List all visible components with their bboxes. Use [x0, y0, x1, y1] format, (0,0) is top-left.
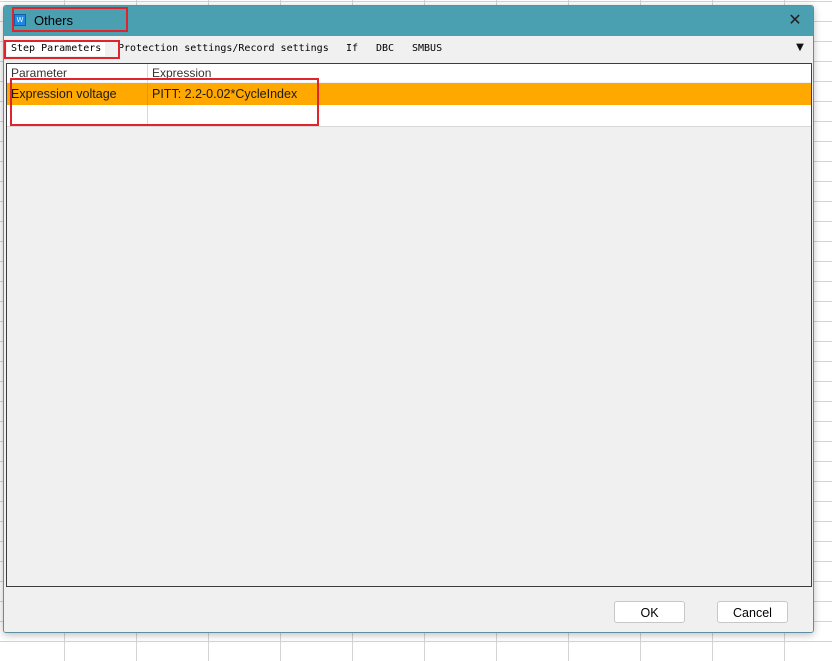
tab-dbc[interactable]: DBC — [376, 42, 394, 56]
dialog-footer: OK Cancel — [4, 588, 813, 632]
cell-expression[interactable]: PITT: 2.2-0.02*CycleIndex — [148, 83, 808, 105]
table-row[interactable]: Expression voltage PITT: 2.2-0.02*CycleI… — [7, 83, 811, 105]
cell-expression[interactable] — [148, 105, 808, 127]
close-button[interactable]: ✕ — [785, 10, 805, 30]
cell-parameter[interactable] — [7, 105, 148, 127]
others-dialog: W Others ✕ Step Parameters Protection se… — [3, 5, 814, 633]
app-icon: W — [14, 14, 26, 26]
title-bar[interactable]: W Others ✕ — [4, 6, 813, 36]
column-header-expression[interactable]: Expression — [148, 64, 278, 82]
table-row[interactable] — [7, 105, 811, 127]
cancel-button[interactable]: Cancel — [717, 601, 788, 623]
tab-smbus[interactable]: SMBUS — [412, 42, 442, 56]
tab-if[interactable]: If — [346, 42, 358, 56]
tab-step-parameters[interactable]: Step Parameters — [7, 42, 106, 56]
parameters-table: Parameter Expression Expression voltage … — [6, 63, 812, 587]
window-title: Others — [34, 13, 74, 28]
cell-parameter[interactable]: Expression voltage — [7, 83, 148, 105]
table-header: Parameter Expression — [7, 64, 811, 82]
column-header-parameter[interactable]: Parameter — [7, 64, 148, 82]
tab-bar: Step Parameters Protection settings/Reco… — [4, 37, 813, 59]
tab-overflow-dropdown-icon[interactable]: ▼ — [793, 41, 807, 55]
ok-button[interactable]: OK — [614, 601, 685, 623]
tab-protection-record-settings[interactable]: Protection settings/Record settings — [118, 42, 329, 56]
